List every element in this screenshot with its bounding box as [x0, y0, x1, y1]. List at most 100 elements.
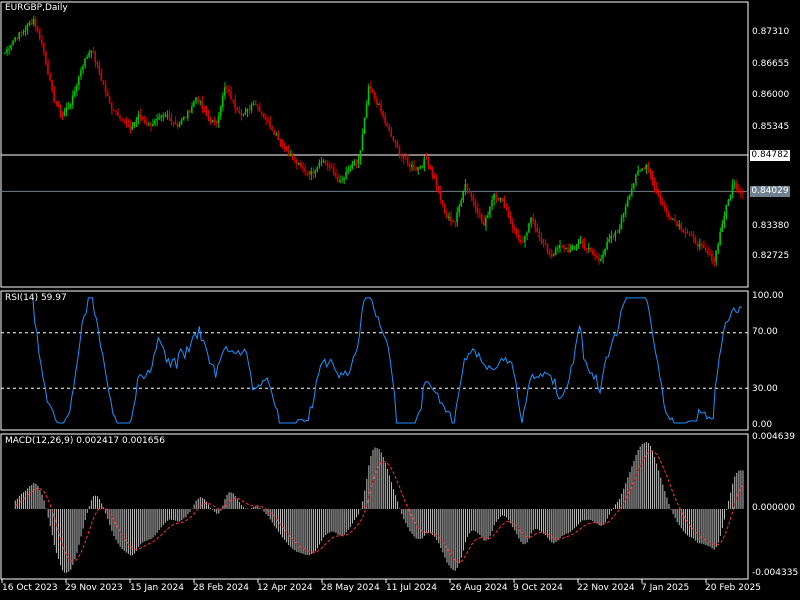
candle-body [170, 116, 172, 122]
candle-body [598, 257, 600, 261]
candle-body [326, 163, 329, 167]
candle-body [688, 233, 690, 235]
candle-body [102, 80, 105, 85]
candle-body [164, 115, 166, 117]
candle-body [435, 178, 438, 187]
candle-body [630, 188, 633, 196]
candle-body [24, 30, 27, 33]
candle-body [328, 166, 331, 168]
candle-body [312, 171, 314, 174]
candle-body [602, 254, 604, 259]
candle-body [6, 49, 8, 53]
candle-body [396, 142, 399, 148]
candle-body [369, 86, 372, 90]
candle-body [30, 23, 33, 25]
candle-body [98, 64, 101, 74]
candle-body [250, 104, 253, 110]
candle-body [620, 217, 623, 230]
candle-body [626, 199, 629, 207]
candle-body [96, 62, 98, 65]
candle-body [63, 112, 66, 116]
candle-body [304, 168, 306, 172]
candle-body [213, 120, 216, 122]
time-axis-label: 28 May 2024 [321, 583, 380, 593]
price-axis-label: 0.86655 [752, 59, 790, 69]
chart-canvas[interactable] [0, 0, 800, 600]
candle-body [297, 162, 300, 165]
candle-body [117, 111, 119, 116]
candle-body [404, 158, 407, 160]
candle-body [156, 118, 158, 121]
candle-body [700, 243, 703, 246]
candle-body [439, 190, 442, 201]
candle-body [674, 219, 676, 222]
candle-body [581, 241, 584, 244]
candle-body [663, 204, 666, 209]
rsi-panel-plot [1, 297, 748, 424]
candle-body [73, 91, 76, 96]
candle-body [661, 202, 664, 205]
candle-body [606, 241, 608, 249]
candle-body [332, 167, 335, 174]
candle-body [721, 224, 723, 232]
candle-body [357, 160, 360, 163]
candle-body [482, 221, 485, 226]
candle-body [36, 26, 39, 31]
candle-body [310, 171, 312, 175]
candle-body [322, 160, 325, 163]
candle-body [139, 114, 142, 118]
candle-body [108, 96, 111, 104]
candle-body [723, 215, 725, 225]
candle-body [394, 140, 397, 143]
candle-body [552, 254, 555, 257]
time-axis-label: 11 Jul 2024 [386, 583, 437, 593]
candle-body [106, 92, 109, 97]
candle-body [174, 122, 177, 125]
candle-body [456, 212, 458, 223]
candle-body [526, 232, 528, 236]
candle-body [694, 237, 697, 244]
candle-body [450, 216, 452, 222]
candle-body [448, 216, 450, 219]
candle-body [495, 193, 497, 199]
candle-body [269, 120, 271, 128]
candle-body [324, 160, 327, 164]
candle-body [137, 114, 140, 120]
candle-body [223, 87, 226, 96]
candle-body [82, 66, 84, 71]
candle-body [320, 162, 323, 164]
candle-body [616, 232, 619, 234]
candle-body [131, 126, 133, 130]
candle-body [554, 248, 557, 255]
candle-body [129, 125, 131, 130]
candle-body [38, 30, 41, 40]
candle-body [135, 119, 138, 123]
hline-price-tag: 0.84782 [750, 150, 790, 161]
candle-body [69, 104, 72, 108]
candle-body [639, 170, 641, 172]
candle-body [538, 231, 540, 238]
candle-body [686, 232, 688, 234]
candle-body [487, 215, 489, 218]
candle-body [365, 104, 368, 118]
candle-body [556, 248, 559, 250]
candle-body [258, 106, 261, 113]
candle-body [351, 163, 353, 169]
candle-body [497, 198, 499, 200]
rsi-axis-label: 100.00 [752, 291, 784, 301]
candle-body [67, 107, 70, 109]
time-axis-label: 7 Jan 2025 [641, 583, 690, 593]
candle-body [575, 245, 577, 247]
candle-body [80, 70, 82, 77]
candle-body [513, 227, 516, 229]
candle-body [293, 159, 296, 161]
candle-body [16, 37, 18, 39]
candle-body [211, 120, 214, 123]
candle-body [413, 165, 415, 170]
candle-body [230, 91, 232, 100]
candle-body [503, 199, 505, 209]
candle-body [20, 32, 22, 34]
candle-body [655, 187, 658, 193]
candle-body [182, 117, 185, 120]
candle-body [725, 204, 727, 216]
